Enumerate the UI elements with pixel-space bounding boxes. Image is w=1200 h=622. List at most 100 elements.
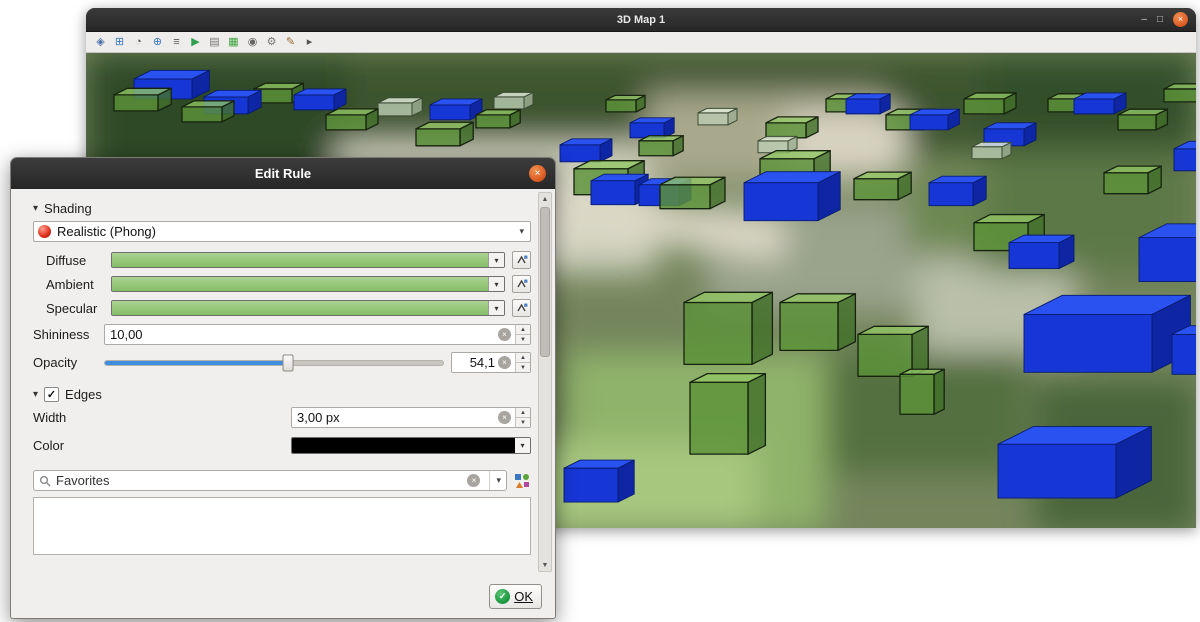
chevron-down-icon[interactable]: ▾: [515, 438, 530, 453]
shading-section-header[interactable]: ▾ Shading: [33, 201, 531, 216]
ambient-row: Ambient ▾: [46, 276, 531, 292]
spin-up-icon[interactable]: ▲: [516, 353, 530, 363]
chevron-down-icon[interactable]: ▾: [489, 301, 504, 315]
scroll-down-icon[interactable]: ▼: [539, 559, 551, 571]
toolbar-icon-identify[interactable]: ⊞: [112, 35, 127, 50]
edges-section-label: Edges: [65, 387, 102, 402]
dialog-titlebar[interactable]: Edit Rule ×: [11, 158, 555, 189]
style-manager-icon: [514, 473, 530, 489]
ambient-data-defined-button[interactable]: [512, 275, 531, 293]
data-defined-icon: [516, 254, 528, 266]
opacity-slider-handle[interactable]: [282, 354, 293, 371]
edge-width-input[interactable]: 3,00 px × ▲ ▼: [291, 407, 531, 428]
edge-color-label: Color: [33, 438, 291, 453]
edges-section-header[interactable]: ▾ ✓ Edges: [33, 387, 531, 402]
edge-width-spinner[interactable]: ▲ ▼: [515, 408, 530, 427]
data-defined-icon: [516, 302, 528, 314]
clear-icon[interactable]: ×: [498, 411, 511, 424]
style-manager-button[interactable]: [513, 472, 531, 490]
toolbar-icon-edit[interactable]: ✎: [283, 35, 298, 50]
map-toolbar: ◈ ⊞ ◔ ⊕ ≡ ▶ ▤ ▦ ◉ ⚙ ✎ ▸: [86, 32, 1196, 53]
specular-color-bar: [112, 301, 489, 315]
opacity-input[interactable]: 54,1 × ▲ ▼: [451, 352, 531, 373]
edge-width-row: Width 3,00 px × ▲ ▼: [33, 407, 531, 428]
specular-data-defined-button[interactable]: [512, 299, 531, 317]
opacity-slider[interactable]: [104, 352, 444, 373]
maximize-icon[interactable]: □: [1157, 15, 1163, 25]
toolbar-icon-zoom-full[interactable]: ⊕: [150, 35, 165, 50]
edge-color-row: Color ▾: [33, 435, 531, 456]
dialog-footer: ✓ OK: [11, 574, 555, 618]
edges-checkbox[interactable]: ✓: [44, 387, 59, 402]
chevron-down-icon: ▾: [519, 226, 524, 237]
spin-up-icon[interactable]: ▲: [516, 325, 530, 335]
edge-width-label: Width: [33, 410, 291, 425]
edge-width-value: 3,00 px: [292, 410, 498, 425]
opacity-value: 54,1: [452, 355, 498, 370]
minimize-icon[interactable]: –: [1141, 15, 1147, 25]
chevron-down-icon[interactable]: ▾: [489, 471, 501, 490]
dialog-close-icon[interactable]: ×: [529, 165, 546, 182]
toolbar-icon-animation-clock[interactable]: ◔: [131, 35, 146, 50]
spin-down-icon[interactable]: ▼: [516, 418, 530, 427]
data-defined-icon: [516, 278, 528, 290]
search-icon: [39, 475, 51, 487]
style-list-area[interactable]: [33, 497, 531, 555]
shading-section-label: Shading: [44, 201, 92, 216]
shininess-value: 10,00: [105, 327, 498, 342]
window-controls: – □ ×: [1141, 8, 1188, 31]
shading-type-combobox[interactable]: Realistic (Phong) ▾: [33, 221, 531, 242]
ambient-color-button[interactable]: ▾: [111, 276, 505, 292]
toolbar-icon-options[interactable]: ▸: [302, 35, 317, 50]
ambient-color-bar: [112, 277, 489, 291]
specular-label: Specular: [46, 301, 104, 316]
scrollbar-thumb[interactable]: [540, 207, 550, 357]
toolbar-icon-save-layout[interactable]: ▤: [207, 35, 222, 50]
toolbar-icon-camera-control[interactable]: ◈: [93, 35, 108, 50]
opacity-slider-track: [104, 360, 444, 366]
dialog-content: ▾ Shading Realistic (Phong) ▾ Diffuse ▾: [11, 189, 535, 574]
shininess-input[interactable]: 10,00 × ▲ ▼: [104, 324, 531, 345]
scroll-up-icon[interactable]: ▲: [539, 193, 551, 205]
map-window-titlebar[interactable]: 3D Map 1 – □ ×: [86, 8, 1196, 32]
shininess-row: Shininess 10,00 × ▲ ▼: [33, 324, 531, 345]
favorites-search-field[interactable]: Favorites × ▾: [33, 470, 507, 491]
toolbar-icon-camera[interactable]: ◉: [245, 35, 260, 50]
clear-icon[interactable]: ×: [467, 474, 480, 487]
toolbar-icon-play-animation[interactable]: ▶: [188, 35, 203, 50]
diffuse-color-bar: [112, 253, 489, 267]
chevron-down-icon[interactable]: ▾: [489, 277, 504, 291]
spin-down-icon[interactable]: ▼: [516, 335, 530, 344]
diffuse-data-defined-button[interactable]: [512, 251, 531, 269]
dialog-scrollbar[interactable]: ▲ ▼: [538, 192, 552, 572]
edit-rule-dialog: Edit Rule × ▾ Shading Realistic (Phong) …: [10, 157, 556, 619]
dialog-title: Edit Rule: [255, 166, 311, 181]
specular-row: Specular ▾: [46, 300, 531, 316]
specular-color-button[interactable]: ▾: [111, 300, 505, 316]
toolbar-icon-measure-line[interactable]: ≡: [169, 35, 184, 50]
edge-color-swatch: [292, 438, 515, 453]
clear-icon[interactable]: ×: [498, 328, 511, 341]
opacity-spinner[interactable]: ▲ ▼: [515, 353, 530, 372]
edge-color-button[interactable]: ▾: [291, 437, 531, 454]
collapse-arrow-icon[interactable]: ▾: [33, 389, 38, 400]
spin-down-icon[interactable]: ▼: [516, 363, 530, 372]
opacity-slider-fill: [105, 361, 288, 365]
opacity-label: Opacity: [33, 355, 97, 370]
toolbar-icon-effects-wrench[interactable]: ⚙: [264, 35, 279, 50]
collapse-arrow-icon[interactable]: ▾: [33, 203, 38, 214]
ok-button[interactable]: ✓ OK: [489, 584, 542, 609]
shininess-label: Shininess: [33, 327, 97, 342]
favorites-search-text: Favorites: [56, 473, 462, 488]
toolbar-icon-export-scene[interactable]: ▦: [226, 35, 241, 50]
spin-up-icon[interactable]: ▲: [516, 408, 530, 418]
favorites-row: Favorites × ▾: [33, 470, 531, 491]
diffuse-color-button[interactable]: ▾: [111, 252, 505, 268]
clear-icon[interactable]: ×: [498, 356, 511, 369]
ok-check-icon: ✓: [495, 589, 510, 604]
shininess-spinner[interactable]: ▲ ▼: [515, 325, 530, 344]
opacity-row: Opacity 54,1 × ▲ ▼: [33, 352, 531, 373]
close-icon[interactable]: ×: [1173, 12, 1188, 27]
chevron-down-icon[interactable]: ▾: [489, 253, 504, 267]
phong-sphere-icon: [38, 225, 51, 238]
